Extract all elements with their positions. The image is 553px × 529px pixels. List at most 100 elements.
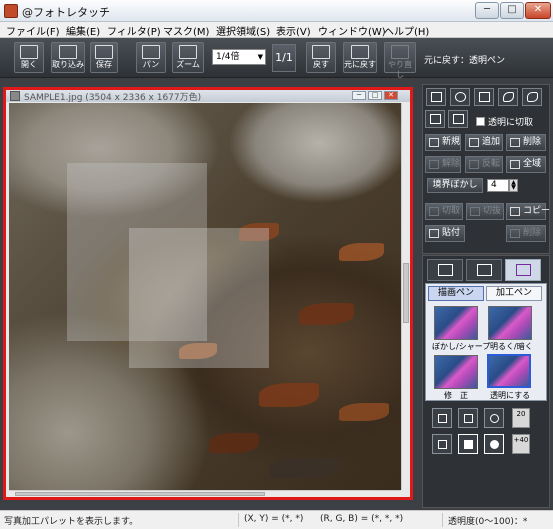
folder-icon <box>20 45 38 59</box>
copy-button[interactable]: コピー <box>506 203 550 220</box>
import-button[interactable]: 取り込み <box>51 42 85 73</box>
undo-history-label: 元に戻す：透明ペン <box>424 56 506 66</box>
horizontal-scrollbar[interactable] <box>9 490 401 497</box>
brush-curve-button[interactable] <box>432 434 452 454</box>
transparent-cut-option[interactable]: 透明に切取 <box>476 115 533 128</box>
brush-filled-square-button[interactable] <box>458 434 478 454</box>
delete-selection-button[interactable]: 削除 <box>506 134 546 151</box>
lasso-select-button[interactable] <box>474 88 494 106</box>
curve-icon <box>527 92 538 102</box>
cut-button[interactable]: 切取 <box>425 203 463 220</box>
tab-draw-pen[interactable]: 描画ペン <box>428 286 484 301</box>
pen-bright-dark[interactable] <box>488 306 532 340</box>
brush-stroke-button[interactable] <box>432 408 452 428</box>
pen-blur-sharp[interactable] <box>434 306 478 340</box>
pen-label: 修 正 <box>444 391 468 400</box>
menu-selection[interactable]: 選択領域(S) <box>216 23 270 38</box>
pan-button[interactable]: パン <box>136 42 166 73</box>
add-selection-button[interactable]: 追加 <box>465 134 503 151</box>
ellipse-icon <box>455 92 466 102</box>
select-all-button[interactable]: 全域 <box>506 156 546 173</box>
brush-square-button[interactable] <box>458 408 478 428</box>
pen-label: 明るく/暗く <box>490 342 533 351</box>
brush-size-40[interactable]: +40 <box>512 434 530 454</box>
pen-label: 透明にする <box>490 391 531 400</box>
redo-button[interactable]: やり直し <box>384 42 416 79</box>
save-button[interactable]: 保存 <box>90 42 118 73</box>
menu-help[interactable]: ヘルプ(H) <box>384 23 429 38</box>
transparent-region <box>129 228 269 368</box>
menu-file[interactable]: ファイル(F) <box>6 23 60 38</box>
tab-retouch[interactable] <box>505 259 541 281</box>
rect-select-button[interactable] <box>426 88 446 106</box>
undo-button[interactable]: 元に戻す <box>343 42 377 73</box>
filled-circle-icon <box>490 440 499 449</box>
ellipse-select-button[interactable] <box>450 88 470 106</box>
document-title: SAMPLE1.jpg (3504 x 2336 x 1677万色) <box>24 93 202 103</box>
chevron-down-icon: ▼ <box>257 53 263 61</box>
menu-bar: ファイル(F) 編集(E) フィルタ(P) マスク(M) 選択領域(S) 表示(… <box>0 22 553 38</box>
delete-button[interactable]: 削除 <box>506 225 546 242</box>
rectangle-icon <box>431 92 442 102</box>
import-icon <box>59 45 77 59</box>
edge-blur-button[interactable]: 境界ぼかし <box>427 178 483 193</box>
pen-correct[interactable] <box>434 355 478 389</box>
menu-filter[interactable]: フィルタ(P) <box>107 23 161 38</box>
image-maximize-button[interactable]: □ <box>368 91 382 100</box>
image-window[interactable]: SAMPLE1.jpg (3504 x 2336 x 1677万色) ─ □ ✕ <box>3 87 413 500</box>
brush-filled-circle-button[interactable] <box>484 434 504 454</box>
menu-view[interactable]: 表示(V) <box>276 23 311 38</box>
photo-canvas[interactable] <box>9 103 401 490</box>
scroll-thumb[interactable] <box>15 492 265 496</box>
minimize-button[interactable]: ─ <box>475 2 499 19</box>
menu-edit[interactable]: 編集(E) <box>66 23 100 38</box>
transparent-cut-checkbox[interactable] <box>476 117 485 126</box>
menu-window[interactable]: ウィンドウ(W) <box>318 23 386 38</box>
zoom-select[interactable]: 1/4倍 ▼ <box>212 49 266 65</box>
leaf <box>339 243 384 261</box>
cancel-selection-button[interactable]: 解除 <box>425 156 461 173</box>
save-icon <box>95 45 113 59</box>
image-minimize-button[interactable]: ─ <box>352 91 366 100</box>
actual-size-button[interactable]: 1/1 <box>272 44 296 72</box>
add-icon <box>469 138 479 147</box>
status-bar: 写真加工パレットを表示します。 (X, Y) = (*, *) (R, G, B… <box>0 510 553 529</box>
back-button[interactable]: 戻す <box>306 42 336 73</box>
scroll-thumb[interactable] <box>403 263 409 323</box>
tab-paint[interactable] <box>427 259 463 281</box>
divider <box>238 513 239 527</box>
tab-process-pen[interactable]: 加工ペン <box>486 286 542 301</box>
brush-size-20[interactable]: 20 <box>512 408 530 428</box>
subtract-icon <box>510 138 520 147</box>
maximize-button[interactable]: □ <box>500 2 524 19</box>
vertical-scrollbar[interactable] <box>401 103 410 490</box>
select-all-icon <box>510 160 520 169</box>
wand-button[interactable] <box>425 110 445 128</box>
crop-button[interactable]: 切抜 <box>466 203 504 220</box>
new-selection-button[interactable]: 新規 <box>425 134 461 151</box>
color-select-button[interactable] <box>448 110 468 128</box>
status-opacity: 透明度(0〜100)：* <box>448 517 528 527</box>
freeform-select-button[interactable] <box>498 88 518 106</box>
curve-select-button[interactable] <box>522 88 542 106</box>
shape-tool-row <box>426 88 546 106</box>
status-message: 写真加工パレットを表示します。 <box>4 517 139 527</box>
edge-blur-spinner[interactable]: ▲ ▼ <box>509 179 518 192</box>
pen-make-transparent[interactable] <box>487 354 531 388</box>
leaf <box>209 433 259 453</box>
open-button[interactable]: 開く <box>14 42 44 73</box>
invert-selection-button[interactable]: 反転 <box>465 156 503 173</box>
image-window-titlebar[interactable]: SAMPLE1.jpg (3504 x 2336 x 1677万色) ─ □ ✕ <box>6 90 410 103</box>
invert-icon <box>469 160 479 169</box>
zoom-button[interactable]: ズーム <box>172 42 204 73</box>
tab-brush[interactable] <box>466 259 502 281</box>
paste-button[interactable]: 貼付 <box>425 225 465 242</box>
back-icon <box>312 45 330 59</box>
close-button[interactable]: ✕ <box>525 2 551 19</box>
edge-blur-input[interactable]: 4 <box>487 179 509 192</box>
leaf <box>339 403 389 421</box>
menu-mask[interactable]: マスク(M) <box>163 23 209 38</box>
image-close-button[interactable]: ✕ <box>384 91 398 100</box>
redo-icon <box>391 45 409 59</box>
brush-circle-button[interactable] <box>484 408 504 428</box>
